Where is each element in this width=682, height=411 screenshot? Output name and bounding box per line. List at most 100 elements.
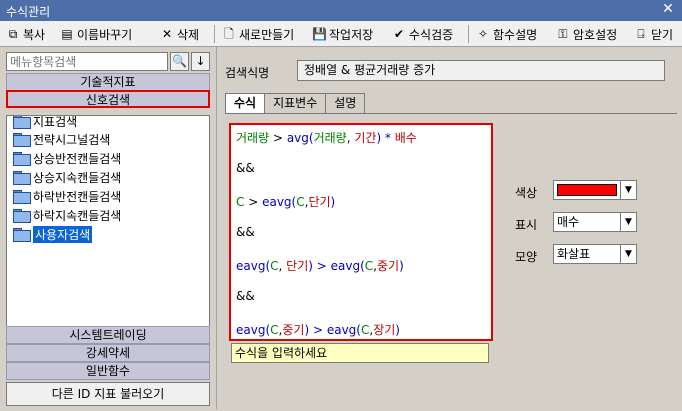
category-strength-weakness[interactable]: 강세약세 xyxy=(6,344,210,362)
code-token: eavg( xyxy=(330,259,365,273)
formula-editor[interactable]: 거래량 > avg(거래량, 기간) * 배수 && C > eavg(C,단기) &… xyxy=(229,123,493,341)
code-line: && xyxy=(236,289,255,305)
tree-item[interactable]: 전략시그널검색 xyxy=(13,130,110,148)
code-token: C xyxy=(296,195,305,209)
code-token: eavg( xyxy=(236,259,271,273)
tree-item[interactable]: 상승반전캔들검색 xyxy=(13,149,121,167)
formula-hint: 수식을 입력하세요 xyxy=(231,343,489,363)
code-token: 거래량 xyxy=(236,131,270,145)
tab-bar: 수식 지표변수 설명 xyxy=(225,93,366,114)
delete-x-icon: ✕ xyxy=(161,27,173,41)
code-token: > xyxy=(269,131,287,145)
toolbar-separator xyxy=(214,25,215,43)
function-help-button[interactable]: ✧ 함수설명 xyxy=(476,25,537,43)
down-arrow-icon[interactable]: ↓ xyxy=(191,52,210,71)
code-token: eavg( xyxy=(236,323,271,337)
verify-button[interactable]: ✔ 수식검증 xyxy=(392,25,453,43)
folder-icon xyxy=(13,209,31,223)
folder-icon xyxy=(13,133,31,147)
display-value: 매수 xyxy=(557,215,580,229)
code-token: 중기 xyxy=(282,323,305,337)
right-panel: 검색식명 정배열 & 평균거래량 증가 수식 지표변수 설명 거래량 > avg… xyxy=(216,47,680,409)
code-token: 중기 xyxy=(377,259,400,273)
display-select[interactable]: 매수 ▼ xyxy=(553,212,637,232)
open-folder-icon xyxy=(13,228,31,242)
folder-icon xyxy=(13,116,31,129)
folder-icon xyxy=(13,190,31,204)
dropdown-arrow-icon[interactable]: ▼ xyxy=(620,213,636,231)
category-signal-search[interactable]: 신호검색 xyxy=(6,90,210,108)
formula-name-label: 검색식명 xyxy=(225,66,270,80)
tab-indicator-variables[interactable]: 지표변수 xyxy=(264,93,327,113)
code-token: ) > xyxy=(304,323,327,337)
code-token: 거래량 xyxy=(313,131,347,145)
exit-door-icon: ⍈ xyxy=(637,27,645,41)
code-token: ) > xyxy=(308,259,331,273)
tree-item-user-search[interactable]: 사용자검색 xyxy=(13,225,93,243)
code-token: avg( xyxy=(286,131,314,145)
code-token: 장기 xyxy=(373,323,396,337)
shape-label: 모양 xyxy=(515,250,538,264)
tab-formula[interactable]: 수식 xyxy=(225,93,266,114)
rename-button[interactable]: ▤ 이름바꾸기 xyxy=(60,25,132,43)
search-icon[interactable]: 🔍 xyxy=(170,52,189,71)
window-title: 수식관리 xyxy=(6,5,51,19)
code-line: eavg(C,중기) > eavg(C,장기) xyxy=(236,321,400,337)
key-icon: ⚿ xyxy=(558,27,568,41)
rename-icon: ▤ xyxy=(61,27,73,41)
tab-description[interactable]: 설명 xyxy=(325,93,366,113)
tree-item[interactable]: 상승지속캔들검색 xyxy=(13,168,121,186)
shape-select[interactable]: 화살표 ▼ xyxy=(553,244,637,264)
code-token: && xyxy=(236,161,255,175)
password-button[interactable]: ⚿ 암호설정 xyxy=(556,25,617,43)
tree-item[interactable]: 하락반전캔들검색 xyxy=(13,187,121,205)
code-token: 단기 xyxy=(308,195,331,209)
new-button[interactable]: 🗋 새로만들기 xyxy=(222,25,294,43)
code-token: eavg( xyxy=(262,195,297,209)
category-system-trading[interactable]: 시스템트레이딩 xyxy=(6,326,210,344)
copy-icon: ⧉ xyxy=(8,27,18,41)
folder-icon xyxy=(13,171,31,185)
code-token: C xyxy=(364,259,374,273)
close-button[interactable]: ⍈ 닫기 xyxy=(634,25,673,43)
tree-item[interactable]: 하락지속캔들검색 xyxy=(13,206,121,224)
save-button[interactable]: 💾 작업저장 xyxy=(312,25,373,43)
dropdown-arrow-icon[interactable]: ▼ xyxy=(620,181,636,199)
code-line: eavg(C, 단기) > eavg(C,중기) xyxy=(236,257,404,273)
code-token: ) xyxy=(395,323,400,337)
code-token: ) xyxy=(399,259,404,273)
color-swatch xyxy=(557,184,617,196)
color-picker[interactable]: ▼ xyxy=(553,180,637,200)
save-disk-icon: 💾 xyxy=(312,27,327,41)
code-line: C > eavg(C,단기) xyxy=(236,193,335,209)
magic-wand-icon: ✧ xyxy=(477,27,489,41)
code-token: > xyxy=(244,195,263,209)
shape-value: 화살표 xyxy=(557,247,591,261)
title-bar: 수식관리 ✕ xyxy=(0,0,682,21)
code-token: eavg( xyxy=(326,323,361,337)
code-token: 기간 xyxy=(354,131,377,145)
close-icon[interactable]: ✕ xyxy=(660,1,676,17)
menu-search-input[interactable] xyxy=(7,53,167,70)
code-line: 거래량 > avg(거래량, 기간) * 배수 xyxy=(236,129,417,145)
code-token: 단기 xyxy=(286,259,309,273)
category-general-functions[interactable]: 일반함수 xyxy=(6,362,210,380)
formula-name-field[interactable]: 정배열 & 평균거래량 증가 xyxy=(297,60,665,81)
code-line: && xyxy=(236,161,255,177)
menu-search-box[interactable] xyxy=(6,52,168,71)
toolbar-separator xyxy=(468,25,469,43)
category-technical-indicator[interactable]: 기술적지표 xyxy=(6,73,210,91)
formula-tree: 지표검색 전략시그널검색 상승반전캔들검색 상승지속캔들검색 하락반전캔들검색 … xyxy=(6,115,210,327)
tree-item[interactable]: 지표검색 xyxy=(13,116,77,130)
load-other-id-button[interactable]: 다른 ID 지표 불러오기 xyxy=(6,382,210,406)
delete-button[interactable]: ✕ 삭제 xyxy=(160,25,199,43)
code-token: && xyxy=(236,225,255,239)
toolbar: ⧉ 복사 ▤ 이름바꾸기 ✕ 삭제 🗋 새로만들기 💾 작업저장 ✔ 수식검증 ✧ 함수설명 … xyxy=(0,21,682,47)
code-token: 배수 xyxy=(394,131,417,145)
dropdown-arrow-icon[interactable]: ▼ xyxy=(620,245,636,263)
tab-divider xyxy=(225,113,677,114)
new-document-icon: 🗋 xyxy=(224,27,234,41)
copy-button[interactable]: ⧉ 복사 xyxy=(6,25,45,43)
code-line: && xyxy=(236,225,255,241)
display-label: 표시 xyxy=(515,218,538,232)
